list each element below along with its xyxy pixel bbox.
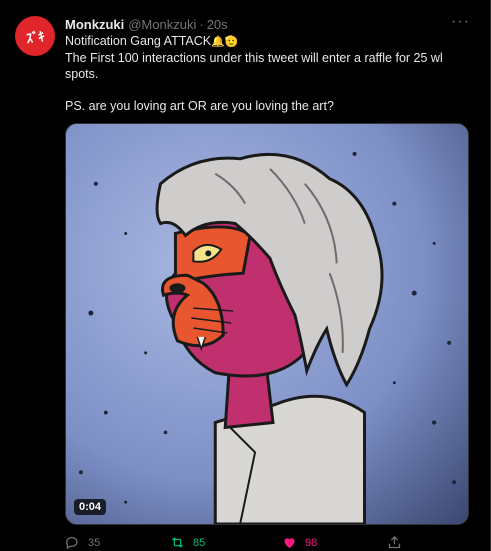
retweet-count: 85 (193, 536, 206, 549)
tweet-text: Notification Gang ATTACK🔔🫡 The First 100… (65, 33, 470, 114)
share-icon (388, 535, 401, 549)
share-button[interactable] (387, 535, 402, 550)
author-handle[interactable]: @Monkzuki (128, 17, 196, 32)
tweet[interactable]: ｽﾞｷ Monkzuki @Monkzuki · 20s ··· Notific… (0, 0, 491, 551)
tweet-header: Monkzuki @Monkzuki · 20s ··· (65, 13, 470, 33)
avatar[interactable]: ｽﾞｷ (15, 16, 55, 56)
more-options-icon[interactable]: ··· (451, 13, 470, 31)
tweet-text-spacer (65, 82, 470, 98)
like-count: 98 (305, 536, 318, 549)
retweet-icon (172, 537, 183, 548)
separator: · (199, 16, 204, 32)
author-name[interactable]: Monkzuki (65, 17, 124, 32)
video-duration: 0:04 (74, 499, 107, 515)
video-thumbnail (66, 124, 468, 524)
video-player[interactable]: 0:04 (65, 123, 469, 525)
tweet-actions: 35 85 98 (65, 535, 469, 551)
timestamp[interactable]: 20s (207, 17, 228, 32)
retweet-button[interactable]: 85 (170, 535, 205, 550)
like-button[interactable]: 98 (282, 535, 317, 550)
tweet-text-line3: PS. are you loving art OR are you loving… (65, 99, 334, 113)
avatar-logo: ｽﾞｷ (25, 29, 45, 47)
reply-button[interactable]: 35 (65, 535, 100, 550)
tweet-text-line2: The First 100 interactions under this tw… (65, 51, 443, 81)
heart-icon (284, 538, 295, 549)
reply-count: 35 (88, 536, 101, 549)
tweet-text-line1: Notification Gang ATTACK🔔🫡 (65, 34, 239, 48)
reply-icon (66, 536, 78, 550)
emoji: 🔔🫡 (211, 36, 239, 48)
